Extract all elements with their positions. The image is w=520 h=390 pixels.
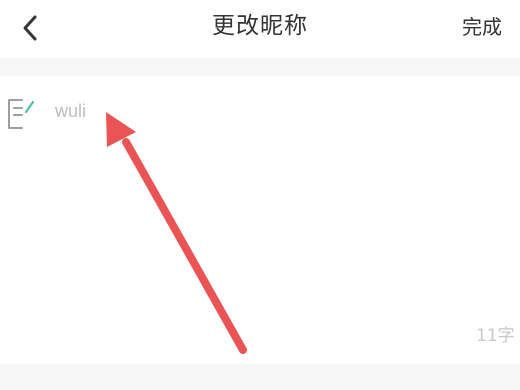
- top-nav-bar: 更改昵称 完成: [0, 0, 520, 58]
- nickname-card: 11字: [0, 76, 520, 364]
- page-title: 更改昵称: [212, 13, 308, 39]
- done-button[interactable]: 完成: [462, 12, 516, 42]
- char-counter: 11字: [476, 326, 515, 343]
- nickname-input[interactable]: [52, 94, 352, 128]
- edit-note-icon: [8, 99, 35, 129]
